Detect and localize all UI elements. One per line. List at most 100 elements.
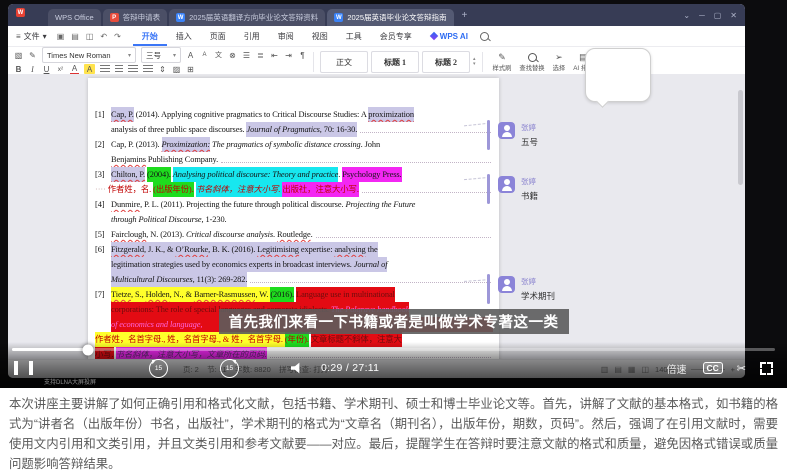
- clip-scissors-button[interactable]: ✂: [737, 362, 746, 375]
- doc-blue-icon: [334, 13, 343, 22]
- avatar: [498, 176, 515, 193]
- print-icon[interactable]: ▤: [71, 32, 79, 41]
- comment-anchor-bar: [487, 174, 490, 204]
- window-controls: ⌄ ─ ▢ ✕: [683, 4, 737, 26]
- file-menu-label: 文件: [24, 31, 40, 42]
- select-icon: [555, 52, 563, 62]
- file-menu-button[interactable]: ≡ 文件 ▾: [16, 31, 47, 42]
- forward-15-button[interactable]: 15: [220, 359, 239, 378]
- browser-tab-doc1[interactable]: 答辩申请表: [103, 9, 168, 26]
- find-replace-button[interactable]: 查找替换: [519, 52, 544, 72]
- fullscreen-button[interactable]: [760, 362, 773, 375]
- comment-text: 五号: [521, 136, 538, 148]
- ref-marker: [2]: [95, 137, 111, 152]
- vertical-scrollbar[interactable]: [738, 90, 743, 185]
- style-heading2[interactable]: 标题 2: [422, 51, 470, 73]
- titlebar: WPS Office 答辩申请表 2025届英语翻译方向毕业论文答辩资料 202…: [8, 4, 745, 26]
- ribbon-tab-member[interactable]: 会员专享: [371, 27, 421, 46]
- line-spacing-icon[interactable]: [158, 64, 167, 74]
- numbered-list-icon[interactable]: [256, 50, 265, 60]
- font-size-select[interactable]: 三号 ▾: [141, 47, 181, 63]
- preview-icon[interactable]: ◫: [86, 32, 94, 41]
- ribbon-tab-page[interactable]: 页面: [201, 27, 235, 46]
- wps-ai-button[interactable]: WPS AI: [431, 32, 468, 41]
- tab-label: 2025届英语翻译方向毕业论文答辩资料: [189, 12, 318, 23]
- progress-bar[interactable]: [12, 348, 775, 351]
- select-button[interactable]: 选择: [553, 52, 566, 72]
- shading-icon[interactable]: [172, 64, 181, 74]
- bold-icon[interactable]: B: [14, 64, 23, 74]
- align-center-icon[interactable]: [115, 65, 123, 73]
- format-painter-icon[interactable]: [28, 50, 37, 60]
- underline-icon[interactable]: U: [42, 64, 51, 74]
- ref-marker: [7]: [95, 287, 111, 302]
- toolbar-divider: [313, 52, 314, 72]
- indent-icon[interactable]: [284, 50, 293, 60]
- increase-font-icon[interactable]: [186, 50, 195, 60]
- video-description: 本次讲座主要讲解了如何正确引用和格式化文献，包括书籍、学术期刊、硕士和博士毕业论…: [0, 388, 787, 473]
- paragraph-mark-icon[interactable]: [298, 50, 307, 60]
- maximize-icon[interactable]: ▢: [714, 11, 722, 20]
- reference-line: analysis of three public space discourse…: [95, 122, 493, 137]
- browser-tab-home[interactable]: WPS Office: [48, 9, 101, 26]
- toolbar-left: Times New Roman ▾ 三号 ▾: [14, 50, 307, 75]
- ref-marker: [1]: [95, 107, 111, 122]
- highlight-color-icon[interactable]: [84, 64, 95, 74]
- save-icon[interactable]: ▣: [57, 32, 65, 41]
- style-brush-icon: [498, 52, 506, 62]
- align-right-icon[interactable]: [128, 65, 138, 73]
- close-icon[interactable]: ✕: [730, 11, 737, 20]
- subtitles-cc-button[interactable]: CC: [703, 362, 723, 374]
- style-brush-button[interactable]: 样式刷: [493, 52, 512, 72]
- minimize-icon[interactable]: ─: [699, 11, 705, 20]
- video-player[interactable]: WPS Office 答辩申请表 2025届英语翻译方向毕业论文答辩资料 202…: [0, 0, 787, 388]
- italic-icon[interactable]: I: [28, 64, 37, 74]
- comment-card[interactable]: 张婷 学术期刊: [494, 274, 662, 304]
- ribbon-tab-tools[interactable]: 工具: [337, 27, 371, 46]
- playback-speed-button[interactable]: 倍速: [667, 361, 687, 376]
- toolbar-divider: [482, 52, 483, 72]
- bullet-list-icon[interactable]: [242, 50, 251, 60]
- redo-icon[interactable]: ↷: [114, 32, 121, 41]
- browser-tab-doc2[interactable]: 2025届英语翻译方向毕业论文答辩资料: [169, 9, 325, 26]
- ribbon-tab-reference[interactable]: 引用: [235, 27, 269, 46]
- new-tab-button[interactable]: +: [462, 10, 468, 21]
- rewind-15-button[interactable]: 15: [149, 359, 168, 378]
- player-controls: 15 15 0:29 / 27:11 倍速 CC ✂ 支持DLNA大屏投屏: [0, 342, 787, 388]
- font-name-value: Times New Roman: [47, 51, 111, 60]
- style-gallery-scroll[interactable]: ▴▾: [473, 57, 476, 67]
- style-normal[interactable]: 正文: [320, 51, 368, 73]
- ribbon-tab-view[interactable]: 视图: [303, 27, 337, 46]
- outdent-icon[interactable]: [270, 50, 279, 60]
- ribbon-tab-insert[interactable]: 插入: [167, 27, 201, 46]
- clear-format-icon[interactable]: [214, 50, 223, 60]
- comment-text: 书籍: [521, 190, 538, 202]
- doc-blue-icon: [176, 13, 185, 22]
- paste-icon[interactable]: [14, 50, 23, 60]
- align-justify-icon[interactable]: [143, 65, 153, 73]
- pause-button[interactable]: [14, 361, 33, 375]
- style-heading1[interactable]: 标题 1: [371, 51, 419, 73]
- avatar: [498, 276, 515, 293]
- volume-icon[interactable]: [291, 362, 305, 374]
- comment-card[interactable]: 张婷 五号: [494, 120, 662, 150]
- ribbon-tab-review[interactable]: 审阅: [269, 27, 303, 46]
- progress-handle[interactable]: [83, 344, 94, 355]
- ai-label: WPS AI: [440, 32, 468, 41]
- browser-tab-doc3-active[interactable]: 2025届英语毕业论文答辩指南: [327, 9, 453, 26]
- tab-list-icon[interactable]: ⌄: [683, 11, 690, 20]
- font-name-select[interactable]: Times New Roman ▾: [42, 47, 136, 63]
- reference-line: through Political Discourse, 1-230.: [95, 212, 493, 227]
- wipe-format-icon[interactable]: [228, 50, 237, 60]
- time-display: 0:29 / 27:11: [321, 362, 379, 374]
- decrease-font-icon[interactable]: [200, 50, 209, 60]
- comment-card[interactable]: 张婷 书籍: [494, 174, 662, 204]
- search-icon[interactable]: [480, 32, 489, 41]
- ribbon-tab-home[interactable]: 开始: [133, 27, 167, 46]
- superscript-icon[interactable]: [56, 64, 65, 74]
- align-left-icon[interactable]: [100, 65, 110, 73]
- undo-icon[interactable]: ↶: [100, 32, 107, 41]
- border-icon[interactable]: [186, 64, 195, 74]
- hamburger-icon: ≡: [16, 32, 21, 41]
- ref-marker: [5]: [95, 227, 111, 242]
